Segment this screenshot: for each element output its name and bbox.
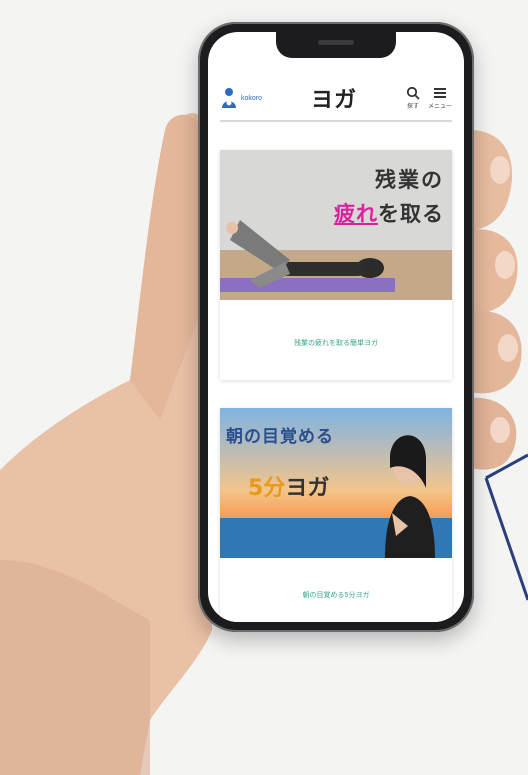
logo-icon	[222, 88, 236, 108]
thumbnail-line2-rest: を取る	[378, 202, 444, 226]
article-card[interactable]: 朝の目覚める 5分ヨガ 朝の目覚める5分ヨガ	[220, 408, 452, 622]
article-thumbnail[interactable]: 残業の 疲れを取る	[220, 150, 452, 300]
article-thumbnail[interactable]: 朝の目覚める 5分ヨガ	[220, 408, 452, 558]
menu-label: メニュー	[427, 103, 452, 110]
thumbnail-line1: 残業の	[375, 168, 444, 192]
menu-icon	[433, 88, 446, 98]
menu-button[interactable]: メニュー	[428, 86, 452, 110]
article-caption[interactable]: 朝の目覚める5分ヨガ	[220, 590, 452, 600]
thumbnail-line2: 疲れを取る	[334, 198, 444, 228]
search-button[interactable]: 探す	[406, 86, 420, 110]
search-icon	[406, 86, 420, 100]
header-nav: 探す メニュー	[406, 86, 452, 110]
thumbnail-line2-rest: ヨガ	[285, 476, 330, 501]
thumbnail-number: 5分	[248, 476, 286, 501]
logo[interactable]: kokoro	[220, 87, 262, 109]
app-header: kokoro ヨガ 探す メニュー	[220, 76, 452, 122]
speaker-grille	[318, 40, 354, 45]
logo-text: kokoro	[241, 94, 263, 102]
search-label: 探す	[406, 103, 419, 110]
page-title: ヨガ	[310, 88, 357, 113]
thumbnail-line1: 朝の目覚める	[226, 427, 334, 447]
thumbnail-line2: 5分ヨガ	[248, 470, 329, 502]
phone-notch	[276, 32, 396, 58]
article-card[interactable]: 残業の 疲れを取る 残業の疲れを取る簡単ヨガ	[220, 150, 452, 380]
phone-frame: kokoro ヨガ 探す メニュー 残業の 疲れを取る 残業の疲れを取る簡単ヨガ…	[198, 22, 474, 632]
article-caption[interactable]: 残業の疲れを取る簡単ヨガ	[220, 338, 452, 348]
phone-screen: kokoro ヨガ 探す メニュー 残業の 疲れを取る 残業の疲れを取る簡単ヨガ…	[208, 32, 464, 622]
thumbnail-highlight: 疲れ	[334, 202, 378, 226]
